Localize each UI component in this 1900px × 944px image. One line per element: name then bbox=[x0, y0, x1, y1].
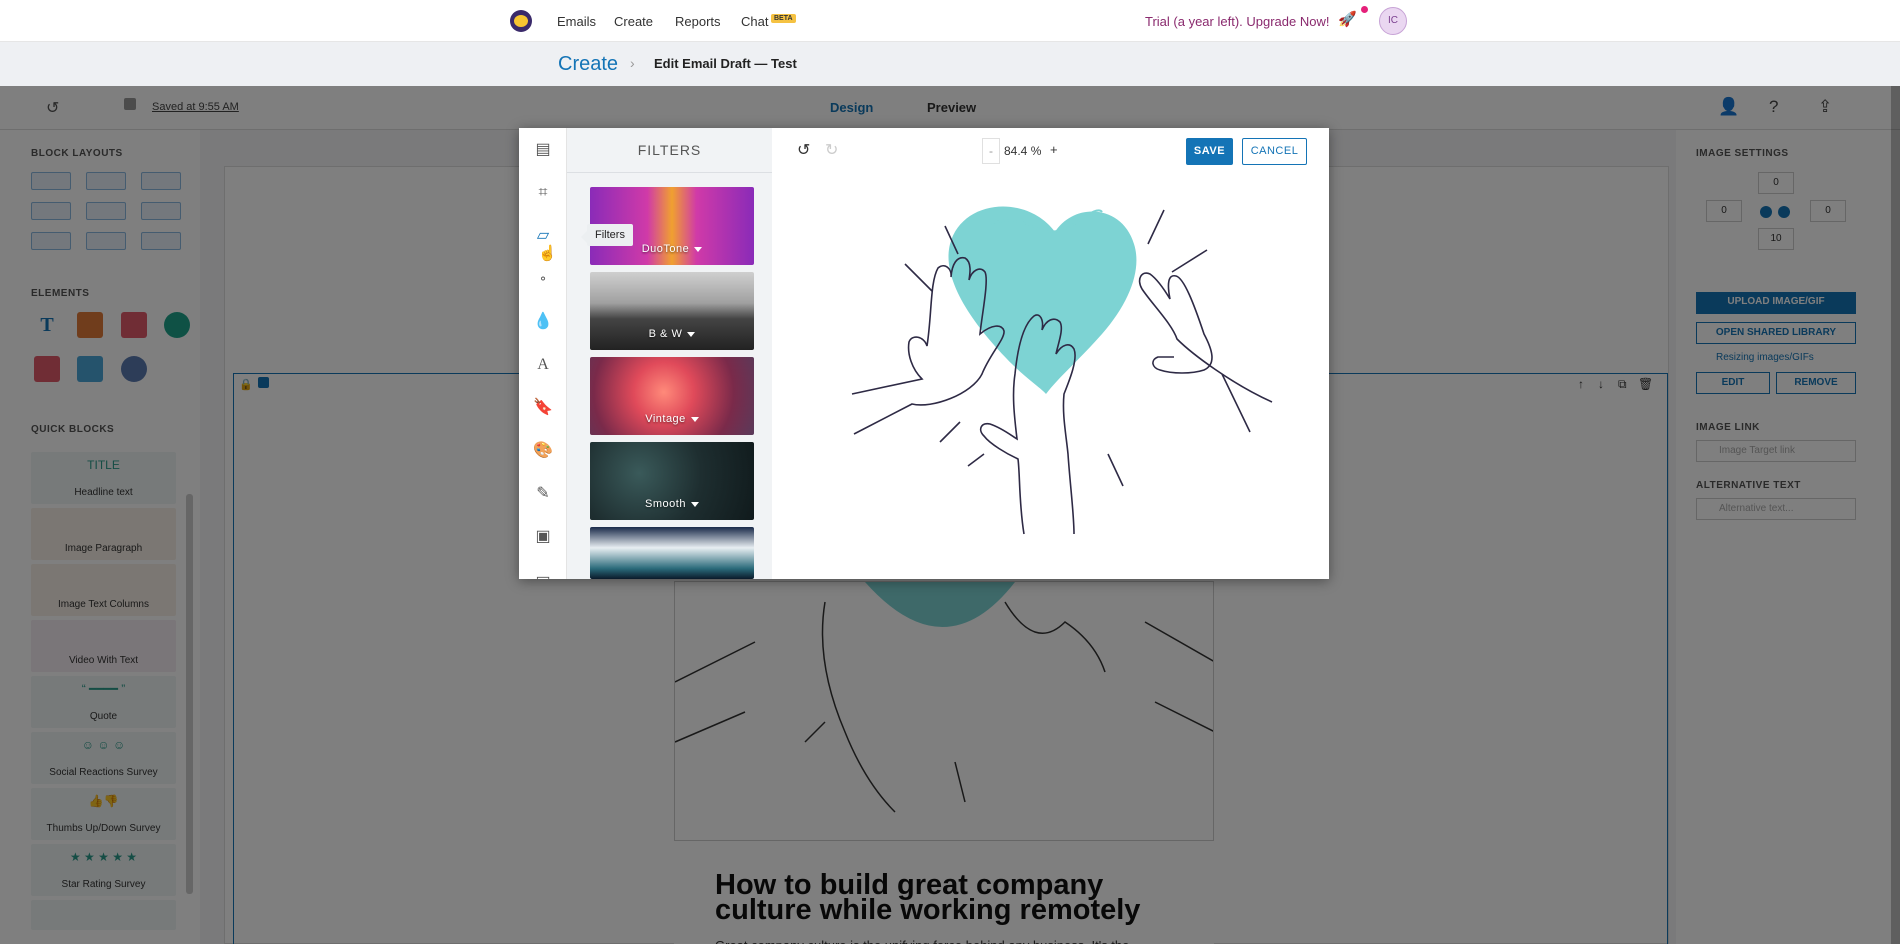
more-tools-icon[interactable]: ▭ bbox=[531, 568, 555, 579]
adjust-icon[interactable]: ⚬ bbox=[531, 267, 555, 291]
undo-icon[interactable]: ↺ bbox=[797, 140, 810, 160]
chevron-right-icon: › bbox=[630, 55, 635, 71]
palette-icon[interactable]: 🎨 bbox=[531, 439, 555, 463]
zoom-in-button[interactable]: + bbox=[1050, 142, 1058, 157]
breadcrumb-create[interactable]: Create bbox=[558, 53, 618, 76]
filter-label: Smooth bbox=[590, 498, 754, 510]
notification-dot bbox=[1361, 6, 1368, 13]
filters-title: FILTERS bbox=[637, 142, 702, 158]
caret-down-icon[interactable] bbox=[690, 416, 699, 422]
save-button[interactable]: SAVE bbox=[1186, 138, 1233, 165]
caret-down-icon[interactable] bbox=[687, 331, 696, 337]
image-stage: ↺ ↻ - 84.4 % + SAVE CANCEL bbox=[772, 128, 1329, 579]
filters-panel: FILTERS DuoTone B & W Vintage Smooth bbox=[567, 128, 821, 579]
ray-line bbox=[1107, 453, 1124, 487]
text-icon[interactable]: A bbox=[531, 353, 555, 377]
filter-label: Vintage bbox=[590, 413, 754, 425]
zoom-out-button[interactable]: - bbox=[982, 138, 1000, 164]
heart-shape bbox=[948, 206, 1137, 394]
app-logo[interactable] bbox=[510, 10, 532, 32]
nav-create[interactable]: Create bbox=[614, 14, 653, 29]
top-navigation: Emails Create Reports Chat BETA Trial (a… bbox=[0, 0, 1900, 42]
nav-emails[interactable]: Emails bbox=[557, 14, 596, 29]
ray-line bbox=[939, 421, 961, 443]
breadcrumb: Create › Edit Email Draft — Test bbox=[0, 42, 1900, 86]
caret-down-icon[interactable] bbox=[694, 246, 703, 252]
caret-down-icon[interactable] bbox=[690, 501, 699, 507]
filters-divider bbox=[567, 172, 772, 173]
zoom-level: 84.4 % bbox=[1004, 144, 1042, 158]
rocket-icon[interactable]: 🚀 bbox=[1338, 10, 1360, 32]
filter-label: B & W bbox=[590, 328, 754, 340]
user-avatar[interactable]: IC bbox=[1379, 7, 1407, 35]
nav-reports[interactable]: Reports bbox=[675, 14, 721, 29]
beta-badge: BETA bbox=[771, 14, 796, 23]
page-title: Edit Email Draft — Test bbox=[654, 56, 797, 71]
right-hand bbox=[1138, 272, 1273, 433]
filter-smooth[interactable]: Smooth bbox=[590, 442, 754, 520]
page-scrollbar[interactable] bbox=[1891, 86, 1900, 944]
nav-chat[interactable]: Chat bbox=[741, 14, 768, 29]
library-icon[interactable]: ▤ bbox=[531, 138, 555, 162]
editor-tool-rail: ▤ ⌗ ⏥ ⚬ 💧 A 🔖 🎨 ✎ ▣ ▭ bbox=[519, 128, 567, 579]
filter-vintage[interactable]: Vintage bbox=[590, 357, 754, 435]
crop-icon[interactable]: ⌗ bbox=[531, 181, 555, 205]
filter-bw[interactable]: B & W bbox=[590, 272, 754, 350]
draw-icon[interactable]: ✎ bbox=[531, 482, 555, 506]
cancel-button[interactable]: CANCEL bbox=[1242, 138, 1307, 165]
redo-icon[interactable]: ↻ bbox=[825, 140, 838, 160]
ray-line bbox=[904, 263, 933, 292]
ray-line bbox=[1171, 249, 1208, 273]
drop-icon[interactable]: 💧 bbox=[531, 310, 555, 334]
image-editor-modal: ▤ ⌗ ⏥ ⚬ 💧 A 🔖 🎨 ✎ ▣ ▭ FILTERS DuoTone B … bbox=[519, 128, 1329, 579]
filters-tooltip: Filters bbox=[581, 224, 633, 246]
ray-line bbox=[1147, 209, 1165, 245]
trial-upgrade-link[interactable]: Trial (a year left). Upgrade Now! bbox=[1145, 14, 1329, 29]
filter-fifth[interactable] bbox=[590, 527, 754, 579]
hand-cursor-icon: ☝ bbox=[538, 245, 557, 262]
bookmark-icon[interactable]: 🔖 bbox=[531, 396, 555, 420]
ray-line bbox=[967, 453, 985, 467]
high-five-illustration[interactable] bbox=[812, 174, 1292, 574]
frame-icon[interactable]: ▣ bbox=[531, 525, 555, 549]
